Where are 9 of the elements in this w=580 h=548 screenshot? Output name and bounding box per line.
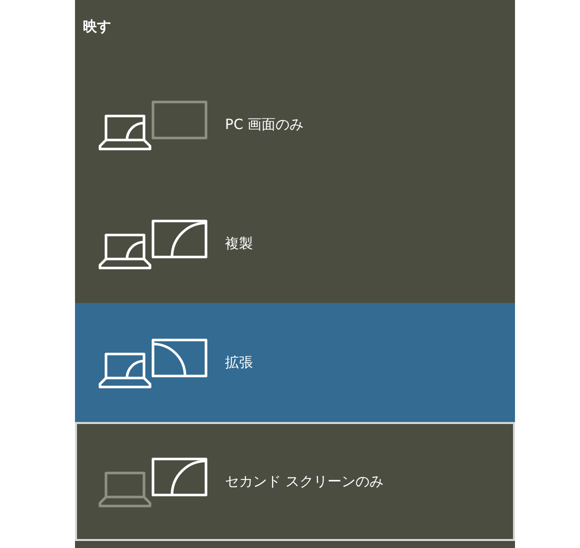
laptop-monitor-icon: [97, 456, 209, 508]
laptop-monitor-icon: [97, 98, 209, 150]
display-mode-option[interactable]: 拡張: [75, 303, 515, 422]
laptop-monitor-icon: [97, 336, 209, 388]
display-mode-option[interactable]: 複製: [75, 184, 515, 303]
display-mode-option[interactable]: PC 画面のみ: [75, 65, 515, 184]
laptop-monitor-icon: [97, 218, 209, 270]
display-mode-option[interactable]: セカンド スクリーンのみ: [75, 422, 515, 541]
panel-title: 映す: [82, 18, 112, 37]
